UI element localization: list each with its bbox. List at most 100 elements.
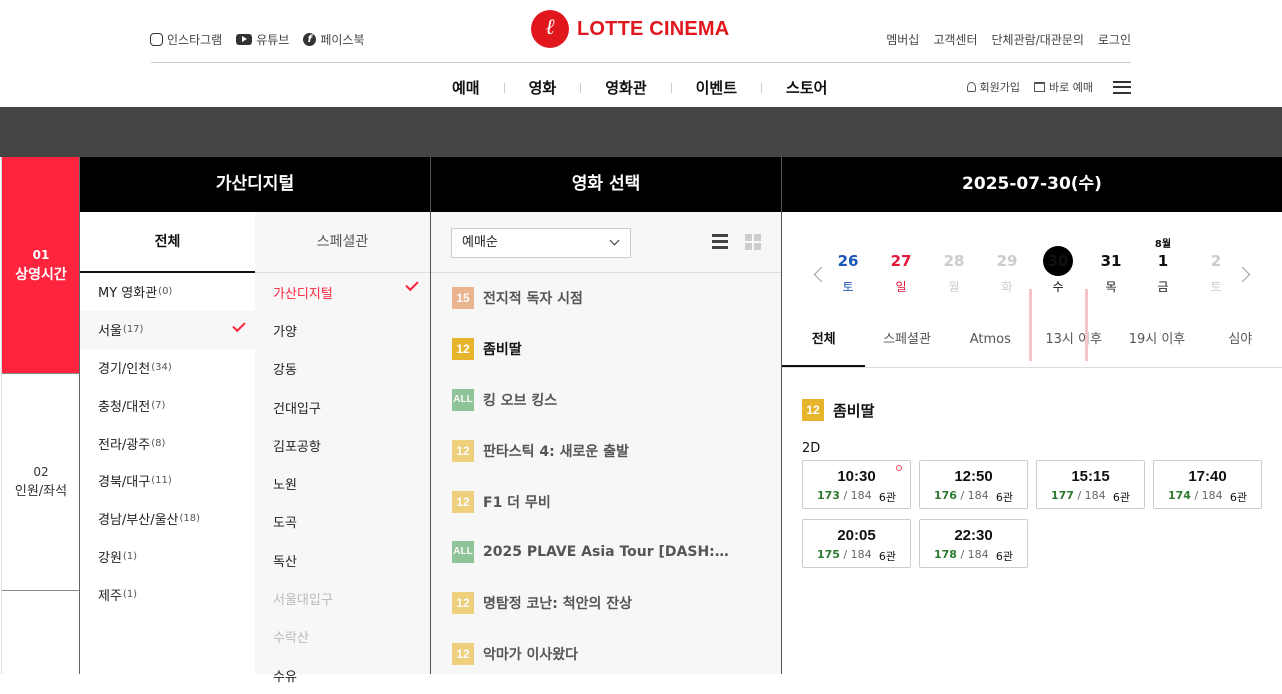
date-number: 29 — [996, 252, 1018, 270]
step-showtimes[interactable]: 01 상영시간 — [2, 157, 80, 374]
showtime-button[interactable]: 15:15 177 / 184 6관 — [1036, 460, 1145, 509]
movie-item[interactable]: ALL 킹 오브 킹스 — [431, 375, 781, 426]
sns-links: 인스타그램 유튜브 f 페이스북 — [150, 31, 365, 48]
youtube-link[interactable]: 유튜브 — [236, 31, 289, 48]
login-link[interactable]: 로그인 — [1098, 31, 1131, 48]
date-number: 2 — [1210, 252, 1222, 270]
membership-link[interactable]: 멤버십 — [886, 31, 919, 48]
instagram-link[interactable]: 인스타그램 — [150, 31, 222, 48]
showtime-button[interactable]: 17:40 174 / 184 6관 — [1153, 460, 1262, 509]
filter-tab[interactable]: 13시 이후 — [1032, 314, 1115, 367]
group-booking-link[interactable]: 단체관람/대관문의 — [992, 31, 1084, 48]
quick-booking-link[interactable]: 바로 예매 — [1034, 79, 1093, 95]
customer-center-link[interactable]: 고객센터 — [933, 31, 977, 48]
seat-info: 176 / 184 6관 — [920, 489, 1027, 504]
step-seats[interactable]: 02 인원/좌석 — [2, 374, 80, 591]
nav-movies[interactable]: 영화 — [529, 77, 557, 98]
movie-item[interactable]: 12 F1 더 무비 — [431, 476, 781, 527]
region-item[interactable]: 경북/대구 (11) — [80, 462, 255, 500]
filter-tab[interactable]: 스페셜관 — [865, 314, 948, 367]
filter-tab[interactable]: Atmos — [949, 314, 1032, 367]
showtime-button[interactable]: 12:50 176 / 184 6관 — [919, 460, 1028, 509]
filter-tab[interactable]: 19시 이후 — [1115, 314, 1198, 367]
region-name: 제주 — [98, 588, 122, 604]
region-item[interactable]: 서울 (17) — [80, 310, 255, 349]
sub-nav: 회원가입 바로 예매 — [966, 79, 1131, 95]
total-seats: / 184 — [1194, 489, 1223, 502]
theater-item[interactable]: 수유 — [255, 656, 431, 694]
logo[interactable]: ℓ LOTTE CINEMA — [531, 10, 729, 48]
theater-item[interactable]: 강동 — [255, 350, 431, 388]
total-seats: / 184 — [960, 489, 989, 502]
nav-theaters[interactable]: 영화관 — [605, 77, 646, 98]
morning-sun-icon — [896, 465, 902, 471]
theater-item[interactable]: 수락산 — [255, 618, 431, 656]
theater-item[interactable]: 독산 — [255, 541, 431, 579]
nav-store[interactable]: 스토어 — [786, 77, 827, 98]
movie-item[interactable]: ALL 2025 PLAVE Asia Tour [DASH: Quantum L… — [431, 527, 781, 578]
date-item[interactable]: 31 목 — [1093, 238, 1129, 295]
region-count: (7) — [151, 399, 166, 411]
theater-item[interactable]: 가양 — [255, 311, 431, 349]
movie-item[interactable]: 12 명탐정 코난: 척안의 잔상 — [431, 578, 781, 629]
sort-select[interactable]: 예매순 — [451, 228, 631, 258]
hall-name: 6관 — [995, 550, 1013, 563]
total-seats: / 184 — [843, 489, 872, 502]
theater-item[interactable]: 노원 — [255, 464, 431, 502]
theater-item[interactable]: 가산디지털 — [255, 273, 431, 311]
region-item[interactable]: 충청/대전 (7) — [80, 386, 255, 424]
movie-item[interactable]: 12 악마가 이사왔다 — [431, 629, 781, 680]
date-item[interactable]: 2토 — [1198, 238, 1234, 295]
date-item[interactable]: 28 월 — [936, 238, 972, 295]
chevron-right-icon[interactable] — [1234, 266, 1251, 283]
list-view-icon[interactable] — [712, 234, 728, 249]
theater-item[interactable]: 도곡 — [255, 503, 431, 541]
movie-column-title: 영화 선택 — [431, 157, 781, 212]
date-item[interactable]: 26 토 — [830, 238, 866, 295]
theater-item[interactable]: 서울대입구 — [255, 579, 431, 617]
region-name: 충청/대전 — [98, 399, 151, 415]
menu-icon[interactable] — [1113, 80, 1131, 94]
region-item[interactable]: 제주 (1) — [80, 575, 255, 613]
region-count: (34) — [151, 361, 172, 373]
theater-item[interactable]: 건대입구 — [255, 388, 431, 426]
main-nav: 예매 영화 영화관 이벤트 스토어 — [452, 77, 827, 98]
chevron-left-icon[interactable] — [813, 266, 830, 283]
region-item[interactable]: 전라/광주 (8) — [80, 424, 255, 462]
filter-tab[interactable]: 전체 — [782, 314, 866, 367]
header-divider — [151, 62, 1131, 63]
tab-all[interactable]: 전체 — [80, 212, 255, 273]
movie-item[interactable]: 15 전지적 독자 시점 — [431, 273, 781, 324]
age-rating-badge: 12 — [452, 592, 474, 615]
showtime-button[interactable]: 20:05 175 / 184 6관 — [802, 519, 911, 568]
date-item[interactable]: 27 일 — [883, 238, 919, 295]
region-item[interactable]: 경남/부산/울산 (18) — [80, 500, 255, 538]
format-label: 2D — [802, 441, 821, 456]
region-count: (11) — [151, 475, 172, 487]
movie-item[interactable]: 12 좀비딸 — [431, 324, 781, 375]
movie-item[interactable]: 12 판타스틱 4: 새로운 출발 — [431, 425, 781, 476]
filter-tab[interactable]: 심야 — [1199, 314, 1282, 367]
grid-view-icon[interactable] — [745, 234, 761, 250]
showtime-area: 12 좀비딸 2D 10:30 173 / 184 6관 12:50 176 / 184 6… — [782, 368, 1282, 674]
region-item[interactable]: 경기/인천 (34) — [80, 349, 255, 387]
facebook-link[interactable]: f 페이스북 — [303, 31, 365, 48]
date-number: 27 — [890, 252, 912, 270]
region-name: 경남/부산/울산 — [98, 513, 179, 529]
showtime-button[interactable]: 22:30 178 / 184 6관 — [919, 519, 1028, 568]
date-picker: 26 토 27 일 28 월 29 화 30 수 31 목 8월 1 금 2 토 — [782, 212, 1282, 361]
region-item[interactable]: 강원 (1) — [80, 538, 255, 576]
nav-events[interactable]: 이벤트 — [696, 77, 737, 98]
date-item[interactable]: 29 화 — [989, 238, 1025, 295]
region-item[interactable]: MY 영화관 (0) — [80, 273, 255, 311]
showtime-button[interactable]: 10:30 173 / 184 6관 — [802, 460, 911, 509]
schedule-movie-title: 12 좀비딸 — [802, 399, 874, 421]
movie-title: 악마가 이사왔다 — [483, 646, 579, 663]
tab-special[interactable]: 스페셜관 — [255, 212, 430, 273]
nav-booking[interactable]: 예매 — [452, 77, 480, 98]
signup-link[interactable]: 회원가입 — [966, 79, 1020, 95]
available-seats: 175 — [817, 548, 840, 561]
date-item[interactable]: 8월 1 금 — [1145, 238, 1181, 295]
theater-item[interactable]: 김포공항 — [255, 426, 431, 464]
date-item[interactable]: 30 수 — [1040, 238, 1076, 295]
